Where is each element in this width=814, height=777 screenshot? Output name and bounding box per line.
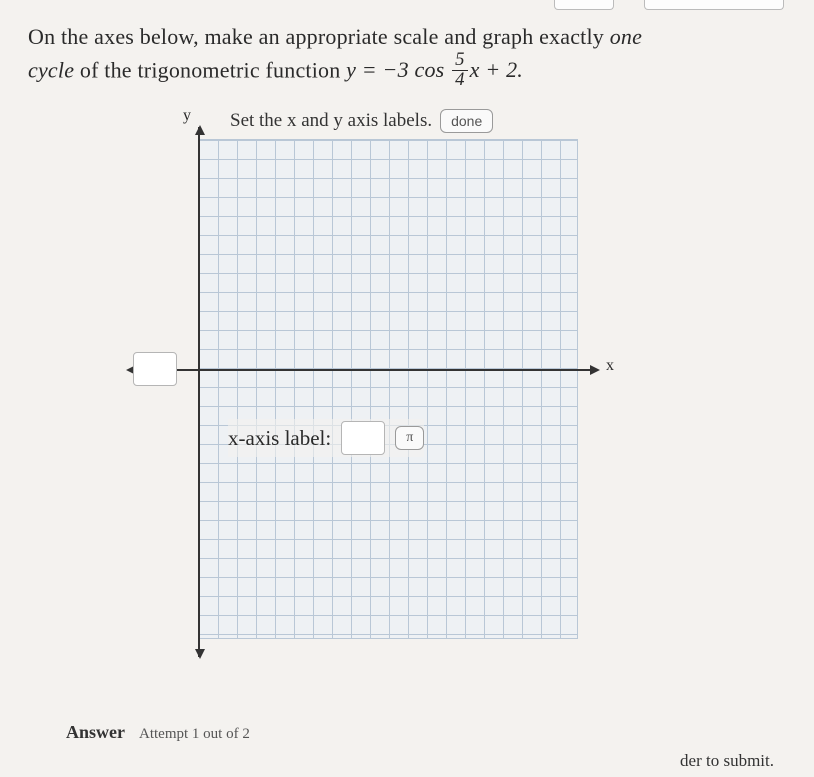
graph-instruction: Set the x and y axis labels. [230,110,432,132]
question-line1a: On the axes below, make an appropriate s… [28,24,610,49]
eq-lhs: y = −3 cos [346,57,450,82]
y-axis-scale-input[interactable] [133,352,177,386]
grid-canvas[interactable] [198,139,578,639]
question-line2b: of the trigonometric function [74,57,346,82]
x-axis-label-row: x-axis label: π [228,419,424,457]
answer-heading: Answer [66,722,125,743]
submit-text-fragment: der to submit. [680,751,774,771]
answer-row: Answer Attempt 1 out of 2 [66,722,250,743]
eq-fraction: 54 [452,51,468,89]
question-emph-one: one [610,24,642,49]
eq-frac-den: 4 [452,71,468,90]
x-axis-prompt: x-axis label: [228,426,331,451]
x-axis-label: x [606,357,614,375]
attempt-counter: Attempt 1 out of 2 [139,726,250,743]
eq-frac-num: 5 [452,51,468,71]
x-axis-scale-input[interactable] [341,421,385,455]
y-axis-line [198,127,200,657]
done-button[interactable]: done [440,109,493,133]
equation: y = −3 cos 54x + 2. [346,57,523,82]
y-axis-label: y [183,107,191,125]
pi-button[interactable]: π [395,426,424,450]
question-emph-cycle: cycle [28,57,74,82]
question-text: On the axes below, make an appropriate s… [28,20,786,91]
graph-instruction-row: Set the x and y axis labels. done [230,109,493,133]
eq-rhs: x + 2. [470,57,523,82]
graph-widget: y Set the x and y axis labels. done x x-… [138,109,698,669]
cutoff-ui-fragment [644,0,784,10]
cutoff-ui-fragment [554,0,614,10]
